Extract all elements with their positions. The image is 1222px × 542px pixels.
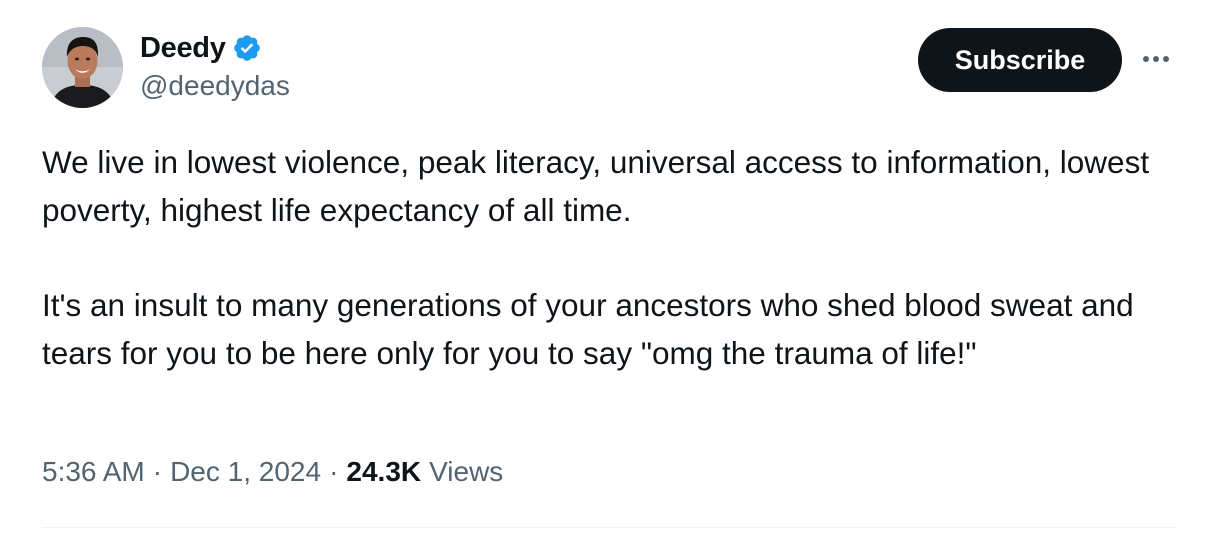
tweet-paragraph: It's an insult to many generations of yo… bbox=[42, 287, 1134, 371]
tweet-card: Deedy @deedydas Subscribe We live in low… bbox=[0, 0, 1222, 542]
views-label[interactable]: Views bbox=[429, 456, 503, 488]
author-handle[interactable]: @deedydas bbox=[140, 70, 290, 102]
tweet-date[interactable]: Dec 1, 2024 bbox=[170, 456, 321, 488]
divider bbox=[42, 527, 1176, 528]
tweet-meta: 5:36 AM · Dec 1, 2024 · 24.3K Views bbox=[42, 456, 503, 488]
avatar[interactable] bbox=[42, 27, 123, 108]
author-display-name[interactable]: Deedy bbox=[140, 32, 226, 65]
more-horizontal-icon[interactable] bbox=[1138, 44, 1174, 74]
meta-separator: · bbox=[152, 456, 163, 487]
tweet-text: We live in lowest violence, peak literac… bbox=[42, 138, 1192, 377]
tweet-time[interactable]: 5:36 AM bbox=[42, 456, 145, 488]
verified-badge-icon[interactable] bbox=[232, 33, 262, 63]
subscribe-button[interactable]: Subscribe bbox=[918, 28, 1122, 92]
meta-separator: · bbox=[329, 456, 339, 487]
author-name-row[interactable]: Deedy bbox=[140, 28, 262, 68]
tweet-paragraph: We live in lowest violence, peak literac… bbox=[42, 144, 1150, 228]
views-count[interactable]: 24.3K bbox=[346, 456, 421, 488]
avatar-image bbox=[42, 27, 123, 108]
